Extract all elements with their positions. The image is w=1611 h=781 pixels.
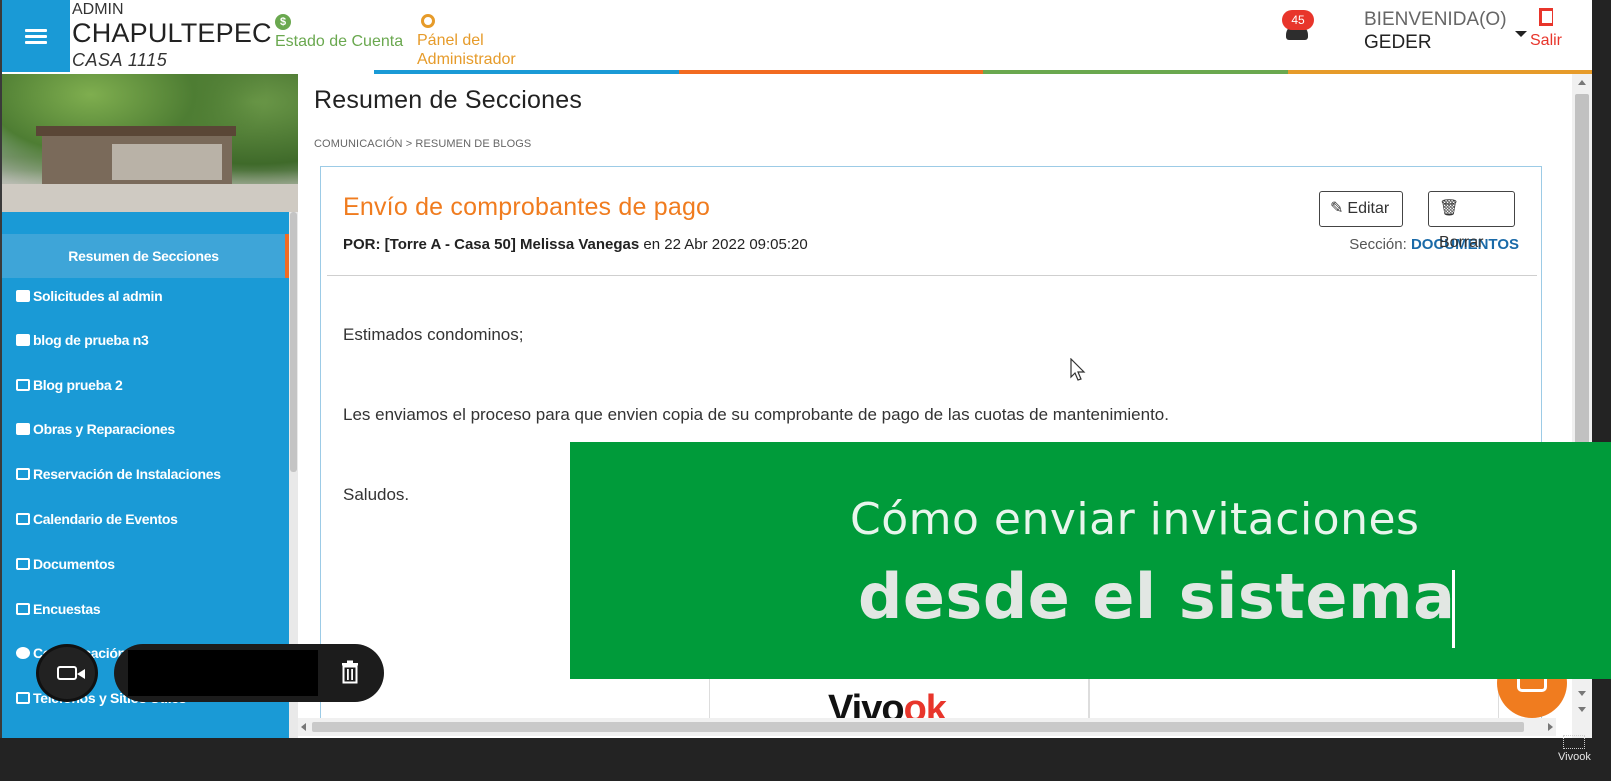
hammer-icon <box>16 423 30 435</box>
square-icon <box>16 692 30 704</box>
trash-icon[interactable] <box>340 660 360 684</box>
sidebar-item-encuestas[interactable]: Encuestas <box>16 597 101 621</box>
post-paragraph: Estimados condominos; <box>343 325 524 344</box>
breadcrumb: COMUNICACIÓN > RESUMEN DE BLOGS <box>314 138 532 150</box>
banner-line-1: Cómo enviar invitaciones <box>850 494 1420 545</box>
sidebar-item-reservacion[interactable]: Reservación de Instalaciones <box>16 462 221 486</box>
watermark: Vivook <box>1558 735 1591 763</box>
menu-button[interactable] <box>2 0 70 72</box>
post-paragraph: Saludos. <box>343 485 410 504</box>
sidebar-item-blog-prueba-n3[interactable]: blog de prueba n3 <box>16 328 149 352</box>
sidebar-item-label: Blog prueba 2 <box>33 377 123 393</box>
sidebar-item-calendario[interactable]: Calendario de Eventos <box>16 507 178 531</box>
unit-label: CASA 1115 <box>72 50 168 70</box>
post-meta: POR: [Torre A - Casa 50] Melissa Vanegas… <box>343 236 808 253</box>
role-label: ADMIN <box>72 1 124 18</box>
scroll-up-icon[interactable] <box>1578 80 1586 85</box>
calendar-icon <box>16 513 30 525</box>
key-icon <box>421 14 435 28</box>
screen: ADMIN CHAPULTEPEC CASA 1115 $ Estado de … <box>0 0 1611 781</box>
post-section: Sección: DOCUMENTOS <box>1349 236 1519 253</box>
delete-label: Borrar <box>1439 234 1484 251</box>
sidebar-item-solicitudes[interactable]: Solicitudes al admin <box>16 284 163 308</box>
recording-preview <box>128 650 318 696</box>
edit-button[interactable]: ✎ Editar <box>1319 191 1403 227</box>
video-camera-icon <box>57 666 85 680</box>
logout-icon <box>1539 8 1553 26</box>
dollar-icon: $ <box>275 14 291 30</box>
recording-controls <box>114 644 384 702</box>
hamburger-icon <box>25 26 47 47</box>
user-menu[interactable]: BIENVENIDA(O) GEDER <box>1364 9 1507 55</box>
section-label: Sección: <box>1349 236 1407 253</box>
checkbox-icon <box>16 603 30 615</box>
notifications-button[interactable]: 45 <box>1280 10 1320 50</box>
caret-down-icon[interactable] <box>1515 31 1527 37</box>
sidebar-item-label: Calendario de Eventos <box>33 511 178 527</box>
trash-icon: 🗑 <box>1439 200 1460 217</box>
scroll-down-icon[interactable] <box>1578 691 1586 696</box>
user-name: GEDER <box>1364 31 1432 53</box>
post-title: Envío de comprobantes de pago <box>343 193 711 221</box>
sidebar-item-label: Encuestas <box>33 601 101 617</box>
sidebar-item-label: Solicitudes al admin <box>33 288 163 304</box>
header: ADMIN CHAPULTEPEC CASA 1115 $ Estado de … <box>2 0 1592 74</box>
estado-cuenta-link[interactable]: $ Estado de Cuenta <box>275 14 403 51</box>
sidebar-item-blog-prueba-2[interactable]: Blog prueba 2 <box>16 373 123 397</box>
watermark-text: Vivook <box>1558 751 1591 763</box>
page-title: Resumen de Secciones <box>314 86 583 114</box>
binoculars-icon <box>16 334 30 346</box>
panel-admin-label-1: Pánel del <box>417 32 484 49</box>
sidebar-item-label: Obras y Reparaciones <box>33 421 175 437</box>
sidebar-item-label: Reservación de Instalaciones <box>33 466 221 482</box>
layers-icon <box>16 290 30 302</box>
post-date: en 22 Abr 2022 09:05:20 <box>643 236 808 253</box>
brand-name: CHAPULTEPEC <box>72 18 272 48</box>
video-title-banner: Cómo enviar invitaciones desde el sistem… <box>570 442 1611 679</box>
notifications-badge: 45 <box>1282 10 1314 30</box>
welcome-label: BIENVENIDA(O) <box>1364 9 1507 30</box>
mouse-cursor-icon <box>1070 358 1086 381</box>
sidebar-item-obras[interactable]: Obras y Reparaciones <box>16 417 175 441</box>
sidebar-item-documentos[interactable]: Documentos <box>16 552 115 576</box>
recording-widget <box>36 644 384 702</box>
logout-button[interactable]: Salir <box>1530 8 1562 50</box>
scroll-right-icon[interactable] <box>1548 723 1553 731</box>
community-photo <box>2 74 298 212</box>
pencil-icon: ✎ <box>1330 200 1344 217</box>
post-paragraph: Les enviamos el proceso para que envien … <box>343 405 1169 424</box>
camera-button[interactable] <box>36 644 98 702</box>
panel-admin-label-2: Administrador <box>417 51 516 68</box>
post-author: [Torre A - Casa 50] Melissa Vanegas <box>384 236 640 253</box>
calendar-grid-icon <box>16 468 30 480</box>
watermark-logo <box>1563 735 1586 749</box>
sidebar: Resumen de Secciones Solicitudes al admi… <box>2 74 298 738</box>
logout-label: Salir <box>1530 32 1563 49</box>
text-caret <box>1452 570 1455 648</box>
banner-line-2: desde el sistema <box>858 560 1456 633</box>
delete-button[interactable]: 🗑 Borrar <box>1428 191 1515 251</box>
brand: ADMIN CHAPULTEPEC CASA 1115 <box>72 1 272 70</box>
estado-cuenta-label: Estado de Cuenta <box>275 33 404 50</box>
scroll-left-icon[interactable] <box>301 723 306 731</box>
horizontal-scrollbar[interactable] <box>298 718 1556 736</box>
square-icon <box>16 379 30 391</box>
document-icon <box>16 558 30 570</box>
sidebar-item-resumen-secciones[interactable]: Resumen de Secciones <box>2 234 289 278</box>
divider <box>327 275 1537 276</box>
edit-label: Editar <box>1347 200 1390 217</box>
author-prefix: POR: <box>343 236 381 253</box>
sidebar-item-label: blog de prueba n3 <box>33 332 149 348</box>
sidebar-item-label: Documentos <box>33 556 115 572</box>
chat-icon <box>16 647 30 659</box>
panel-admin-link[interactable]: Pánel del Administrador <box>417 14 516 69</box>
scroll-down-icon[interactable] <box>1578 707 1586 712</box>
